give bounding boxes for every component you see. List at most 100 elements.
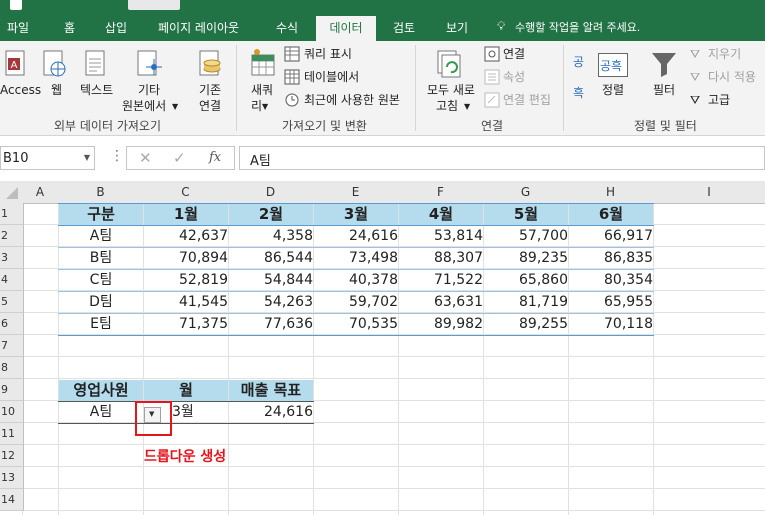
cell-b6[interactable]: E팀 bbox=[59, 314, 143, 335]
cell-g4[interactable]: 65,860 bbox=[484, 270, 576, 291]
row-header-6[interactable]: 6 bbox=[0, 313, 24, 335]
cell-c4[interactable]: 52,819 bbox=[144, 270, 236, 291]
row-header-8[interactable]: 8 bbox=[0, 357, 24, 379]
cell-b3[interactable]: B팀 bbox=[59, 248, 143, 269]
cell-e5[interactable]: 59,702 bbox=[314, 292, 406, 313]
cell-b5[interactable]: D팀 bbox=[59, 292, 143, 313]
column-header-b[interactable]: B bbox=[58, 181, 144, 204]
refresh-all-label-2[interactable]: 고침 bbox=[436, 99, 458, 114]
cell-f2[interactable]: 53,814 bbox=[399, 226, 491, 247]
sort-button[interactable]: 정렬 bbox=[602, 83, 624, 98]
cell-c6[interactable]: 71,375 bbox=[144, 314, 236, 335]
refresh-all-label-1[interactable]: 모두 새로 bbox=[427, 83, 475, 98]
row-header-14[interactable]: 14 bbox=[0, 489, 24, 511]
cell-e2[interactable]: 24,616 bbox=[314, 226, 406, 247]
tab-insert[interactable]: 삽입 bbox=[105, 19, 127, 36]
cell-d10[interactable]: 24,616 bbox=[229, 402, 321, 423]
edit-links-button[interactable]: 연결 편집 bbox=[503, 93, 551, 108]
cell-d5[interactable]: 54,263 bbox=[229, 292, 321, 313]
column-header-a[interactable]: A bbox=[22, 181, 59, 204]
table2-header-sales-target[interactable]: 매출 목표 bbox=[229, 380, 313, 401]
table2-header-month[interactable]: 월 bbox=[144, 380, 228, 401]
insert-function-icon[interactable]: fx bbox=[209, 150, 221, 165]
row-header-7[interactable]: 7 bbox=[0, 335, 24, 357]
text-button[interactable]: 텍스트 bbox=[80, 83, 113, 98]
tab-home[interactable]: 홈 bbox=[64, 19, 75, 36]
column-header-d[interactable]: D bbox=[228, 181, 314, 204]
sort-ascending-button[interactable]: 공 bbox=[573, 55, 584, 70]
cell-d6[interactable]: 77,636 bbox=[229, 314, 321, 335]
cell-g6[interactable]: 89,255 bbox=[484, 314, 576, 335]
save-icon[interactable] bbox=[10, 0, 22, 10]
row-header-1[interactable]: 1 bbox=[0, 203, 24, 225]
table2-header-salesperson[interactable]: 영업사원 bbox=[59, 380, 143, 401]
cell-c10[interactable]: 3월 bbox=[172, 402, 228, 423]
cell-f4[interactable]: 71,522 bbox=[399, 270, 491, 291]
new-query-label-1[interactable]: 새쿼 bbox=[251, 83, 273, 98]
cell-c2[interactable]: 42,637 bbox=[144, 226, 236, 247]
table1-header-jan[interactable]: 1월 bbox=[144, 204, 228, 225]
cell-h6[interactable]: 70,118 bbox=[569, 314, 661, 335]
tab-view[interactable]: 보기 bbox=[446, 19, 468, 36]
connections-button[interactable]: 연결 bbox=[503, 47, 525, 62]
row-header-9[interactable]: 9 bbox=[0, 379, 24, 401]
column-header-f[interactable]: F bbox=[398, 181, 484, 204]
cell-d3[interactable]: 86,544 bbox=[229, 248, 321, 269]
table1-header-category[interactable]: 구분 bbox=[59, 204, 143, 225]
table1-header-jun[interactable]: 6월 bbox=[569, 204, 653, 225]
table1-header-mar[interactable]: 3월 bbox=[314, 204, 398, 225]
row-header-11[interactable]: 11 bbox=[0, 423, 24, 445]
tab-page-layout[interactable]: 페이지 레이아웃 bbox=[158, 19, 239, 36]
clear-button[interactable]: 지우기 bbox=[708, 47, 741, 62]
other-sources-label-1[interactable]: 기타 bbox=[138, 83, 160, 98]
cell-e3[interactable]: 73,498 bbox=[314, 248, 406, 269]
properties-button[interactable]: 속성 bbox=[503, 70, 525, 85]
select-all-corner[interactable] bbox=[0, 181, 23, 204]
table1-header-may[interactable]: 5월 bbox=[484, 204, 568, 225]
name-box[interactable]: B10 ▼ bbox=[0, 146, 95, 170]
column-header-h[interactable]: H bbox=[568, 181, 654, 204]
tab-formulas[interactable]: 수식 bbox=[276, 19, 298, 36]
worksheet-grid[interactable]: A B C D E F G H I 1 2 3 4 5 6 7 8 9 10 1… bbox=[0, 181, 765, 515]
tell-me-box[interactable]: 수행할 작업을 알려 주세요. bbox=[515, 19, 640, 35]
existing-connections-label-1[interactable]: 기존 bbox=[199, 83, 221, 98]
cell-f5[interactable]: 63,631 bbox=[399, 292, 491, 313]
tab-data[interactable]: 데이터 bbox=[316, 16, 376, 41]
cell-d2[interactable]: 4,358 bbox=[229, 226, 321, 247]
existing-connections-label-2[interactable]: 연결 bbox=[199, 99, 221, 114]
column-header-g[interactable]: G bbox=[483, 181, 569, 204]
cell-f6[interactable]: 89,982 bbox=[399, 314, 491, 335]
row-header-10[interactable]: 10 bbox=[0, 401, 24, 423]
cell-c5[interactable]: 41,545 bbox=[144, 292, 236, 313]
tab-review[interactable]: 검토 bbox=[393, 19, 415, 36]
row-header-13[interactable]: 13 bbox=[0, 467, 24, 489]
recent-sources-button[interactable]: 최근에 사용한 원본 bbox=[304, 93, 400, 108]
cell-c3[interactable]: 70,894 bbox=[144, 248, 236, 269]
enter-icon[interactable]: ✓ bbox=[173, 149, 186, 167]
cell-h3[interactable]: 86,835 bbox=[569, 248, 661, 269]
cell-g5[interactable]: 81,719 bbox=[484, 292, 576, 313]
row-header-3[interactable]: 3 bbox=[0, 247, 24, 269]
quick-access-dropdown[interactable] bbox=[128, 0, 180, 10]
advanced-button[interactable]: 고급 bbox=[708, 93, 730, 108]
cell-h2[interactable]: 66,917 bbox=[569, 226, 661, 247]
cell-b10[interactable]: A팀 bbox=[59, 402, 143, 423]
column-header-e[interactable]: E bbox=[313, 181, 399, 204]
show-queries-button[interactable]: 쿼리 표시 bbox=[304, 47, 352, 62]
formula-input[interactable]: A팀 bbox=[239, 146, 765, 170]
filter-button[interactable]: 필터 bbox=[653, 83, 675, 98]
cell-e6[interactable]: 70,535 bbox=[314, 314, 406, 335]
other-sources-label-2[interactable]: 원본에서 bbox=[122, 99, 166, 114]
cancel-icon[interactable]: ✕ bbox=[139, 149, 152, 167]
row-header-2[interactable]: 2 bbox=[0, 225, 24, 247]
cell-g3[interactable]: 89,235 bbox=[484, 248, 576, 269]
web-button[interactable]: 웹 bbox=[51, 83, 62, 98]
sort-descending-button[interactable]: 흑 bbox=[573, 86, 584, 101]
cell-f3[interactable]: 88,307 bbox=[399, 248, 491, 269]
from-table-button[interactable]: 테이블에서 bbox=[304, 70, 359, 85]
row-header-4[interactable]: 4 bbox=[0, 269, 24, 291]
table1-header-apr[interactable]: 4월 bbox=[399, 204, 483, 225]
cell-h4[interactable]: 80,354 bbox=[569, 270, 661, 291]
column-header-c[interactable]: C bbox=[143, 181, 229, 204]
cell-h5[interactable]: 65,955 bbox=[569, 292, 661, 313]
